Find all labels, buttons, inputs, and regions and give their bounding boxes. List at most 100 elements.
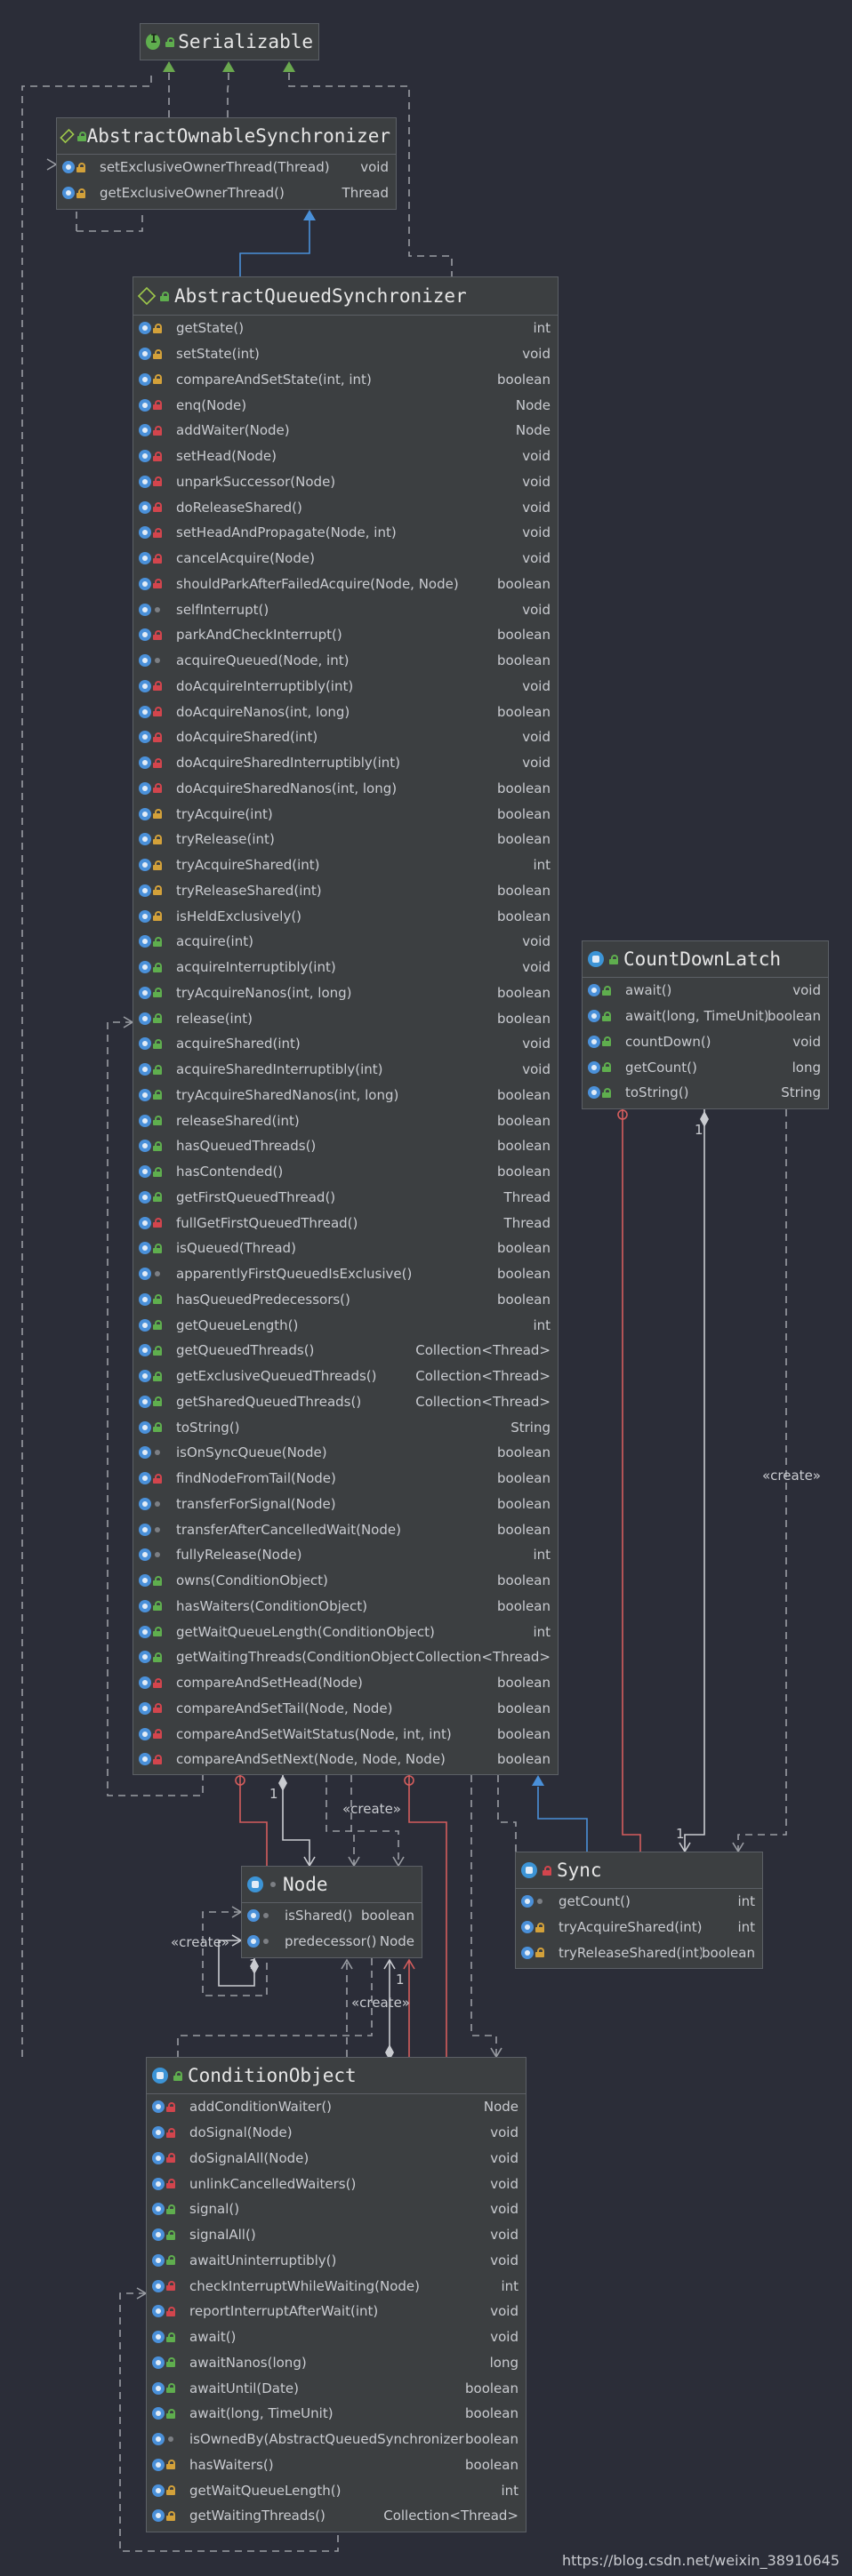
method-row[interactable]: getCount() int [516,1889,762,1915]
method-row[interactable]: isOwnedBy(AbstractQueuedSynchronizer) boo… [147,2427,526,2452]
method-row[interactable]: addConditionWaiter() Node [147,2094,526,2120]
condition-object-class[interactable]: ConditionObject addConditionWaiter() Node… [146,2057,526,2532]
method-row[interactable]: hasWaiters() boolean [147,2452,526,2478]
method-row[interactable]: hasWaiters(ConditionObject) boolean [133,1594,558,1620]
method-row[interactable]: isHeldExclusively() boolean [133,903,558,929]
method-row[interactable]: tryReleaseShared(int) boolean [133,878,558,904]
method-row[interactable]: setHead(Node) void [133,444,558,469]
method-row[interactable]: compareAndSetNext(Node, Node, Node) boole… [133,1747,558,1772]
node-class[interactable]: Node isShared() boolean predecessor() Node [241,1866,422,1958]
method-row[interactable]: unparkSuccessor(Node) void [133,469,558,495]
method-row[interactable]: hasQueuedPredecessors() boolean [133,1287,558,1313]
multiplicity-label-cdl: 1 [695,1122,703,1138]
serializable-interface[interactable]: Serializable [140,23,319,60]
method-row[interactable]: await() void [147,2324,526,2350]
method-row[interactable]: doSignalAll(Node) void [147,2146,526,2172]
method-row[interactable]: releaseShared(int) boolean [133,1108,558,1133]
method-row[interactable]: tryAcquireShared(int) int [516,1915,762,1940]
method-row[interactable]: tryAcquireSharedNanos(int, long) boolean [133,1083,558,1108]
method-row[interactable]: setExclusiveOwnerThread(Thread) void [57,155,396,180]
method-row[interactable]: getQueueLength() int [133,1312,558,1338]
method-icon [521,1946,534,1959]
method-row[interactable]: getFirstQueuedThread() Thread [133,1185,558,1211]
method-row[interactable]: compareAndSetHead(Node) boolean [133,1670,558,1696]
method-row[interactable]: compareAndSetState(int, int) boolean [133,367,558,393]
method-row[interactable]: tryRelease(int) boolean [133,827,558,852]
method-row[interactable]: compareAndSetTail(Node, Node) boolean [133,1696,558,1722]
method-row[interactable]: doAcquireSharedNanos(int, long) boolean [133,776,558,802]
count-down-latch-class[interactable]: CountDownLatch await() void await(long, Ti… [582,940,829,1109]
method-row[interactable]: fullGetFirstQueuedThread() Thread [133,1210,558,1236]
public-lock-icon [602,1087,611,1098]
method-row[interactable]: acquireShared(int) void [133,1031,558,1057]
method-row[interactable]: signal() void [147,2196,526,2222]
method-row[interactable]: doReleaseShared() void [133,494,558,520]
method-row[interactable]: doSignal(Node) void [147,2120,526,2146]
method-row[interactable]: isOnSyncQueue(Node) boolean [133,1440,558,1466]
method-row[interactable]: compareAndSetWaitStatus(Node, int, int) b… [133,1721,558,1747]
method-row[interactable]: await() void [583,978,828,1004]
method-row[interactable]: transferForSignal(Node) boolean [133,1492,558,1517]
method-row[interactable]: doAcquireShared(int) void [133,724,558,750]
method-row[interactable]: getWaitQueueLength() int [147,2477,526,2503]
method-row[interactable]: awaitUntil(Date) boolean [147,2375,526,2401]
method-row[interactable]: doAcquireSharedInterruptibly(int) void [133,750,558,776]
method-row[interactable]: cancelAcquire(Node) void [133,546,558,572]
method-row[interactable]: setState(int) void [133,341,558,367]
method-row[interactable]: getCount() long [583,1054,828,1080]
method-row[interactable]: findNodeFromTail(Node) boolean [133,1466,558,1492]
method-row[interactable]: getExclusiveOwnerThread() Thread [57,180,396,206]
method-row[interactable]: tryAcquireShared(int) int [133,852,558,878]
method-row[interactable]: doAcquireNanos(int, long) boolean [133,699,558,724]
method-row[interactable]: unlinkCancelledWaiters() void [147,2171,526,2196]
method-row[interactable]: acquire(int) void [133,929,558,955]
abstract-ownable-synchronizer-class[interactable]: AbstractOwnableSynchronizer setExclusive… [56,117,397,210]
method-row[interactable]: getWaitQueueLength(ConditionObject) int [133,1619,558,1644]
method-row[interactable]: shouldParkAfterFailedAcquire(Node, Node)… [133,572,558,597]
method-row[interactable]: hasContended() boolean [133,1159,558,1185]
method-row[interactable]: tryAcquire(int) boolean [133,801,558,827]
method-row[interactable]: acquireQueued(Node, int) boolean [133,648,558,674]
method-row[interactable]: enq(Node) Node [133,392,558,418]
method-row[interactable]: predecessor() Node [242,1929,422,1955]
method-row[interactable]: getQueuedThreads() Collection<Thread> [133,1338,558,1364]
method-row[interactable]: getSharedQueuedThreads() Collection<Threa… [133,1389,558,1415]
method-row[interactable]: await(long, TimeUnit) boolean [583,1004,828,1029]
sync-class[interactable]: Sync getCount() int tryAcquireShared(int) i… [515,1852,763,1969]
method-row[interactable]: tryAcquireNanos(int, long) boolean [133,980,558,1006]
method-row[interactable]: toString() String [133,1414,558,1440]
method-row[interactable]: awaitUninterruptibly() void [147,2248,526,2274]
method-row[interactable]: selfInterrupt() void [133,596,558,622]
method-row[interactable]: release(int) boolean [133,1005,558,1031]
method-row[interactable]: checkInterruptWhileWaiting(Node) int [147,2273,526,2299]
method-row[interactable]: isShared() boolean [242,1903,422,1929]
method-row[interactable]: toString() String [583,1080,828,1106]
method-row[interactable]: parkAndCheckInterrupt() boolean [133,622,558,648]
method-row[interactable]: tryReleaseShared(int) boolean [516,1940,762,1966]
method-icons [139,1497,176,1510]
method-row[interactable]: acquireInterruptibly(int) void [133,955,558,980]
method-row[interactable]: transferAfterCancelledWait(Node) boolean [133,1516,558,1542]
method-row[interactable]: awaitNanos(long) long [147,2350,526,2376]
method-row[interactable]: getWaitingThreads() Collection<Thread> [147,2503,526,2529]
method-icon [139,526,151,540]
method-row[interactable]: owns(ConditionObject) boolean [133,1568,558,1594]
method-row[interactable]: addWaiter(Node) Node [133,418,558,444]
method-row[interactable]: getExclusiveQueuedThreads() Collection<Th… [133,1364,558,1389]
class-icon [521,1862,537,1878]
method-row[interactable]: getWaitingThreads(ConditionObject) Collec… [133,1644,558,1670]
method-row[interactable]: await(long, TimeUnit) boolean [147,2401,526,2427]
method-row[interactable]: isQueued(Thread) boolean [133,1236,558,1261]
method-row[interactable]: setHeadAndPropagate(Node, int) void [133,520,558,546]
method-row[interactable]: getState() int [133,316,558,341]
method-row[interactable]: doAcquireInterruptibly(int) void [133,674,558,700]
method-row[interactable]: acquireSharedInterruptibly(int) void [133,1057,558,1083]
abstract-queued-synchronizer-class[interactable]: AbstractQueuedSynchronizer getState() int… [133,276,559,1775]
method-row[interactable]: countDown() void [583,1029,828,1055]
method-row[interactable]: apparentlyFirstQueuedIsExclusive() boolea… [133,1261,558,1287]
method-row[interactable]: reportInterruptAfterWait(int) void [147,2299,526,2324]
method-signature: toString() [625,1084,689,1101]
method-row[interactable]: signalAll() void [147,2222,526,2248]
method-row[interactable]: fullyRelease(Node) int [133,1542,558,1568]
method-row[interactable]: hasQueuedThreads() boolean [133,1133,558,1159]
